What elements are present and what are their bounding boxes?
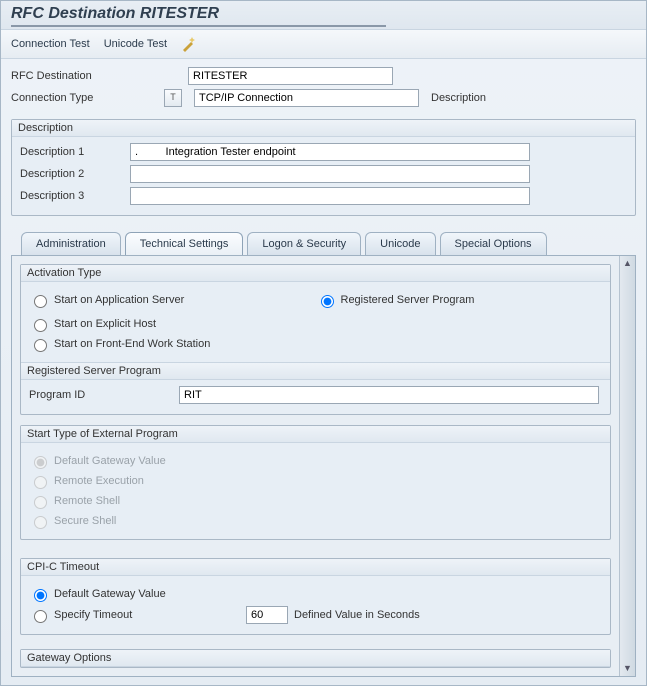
radio-start-explicit-host-label: Start on Explicit Host	[54, 318, 156, 330]
defined-value-label: Defined Value in Seconds	[294, 609, 420, 621]
start-type-group: Start Type of External Program Default G…	[20, 425, 611, 540]
description-side-label: Description	[431, 92, 486, 104]
radio-st-default-gateway	[34, 456, 47, 469]
radio-registered-server-label: Registered Server Program	[341, 294, 475, 306]
description1-field[interactable]	[130, 143, 530, 161]
radio-start-app-server-label: Start on Application Server	[54, 294, 184, 306]
page-title: RFC Destination RITESTER	[11, 5, 636, 23]
description-legend: Description	[12, 120, 635, 137]
wizard-icon[interactable]	[181, 36, 197, 52]
scroll-up-icon[interactable]: ▲	[622, 258, 633, 269]
radio-st-remote-exec-label: Remote Execution	[54, 475, 144, 487]
tab-administration[interactable]: Administration	[21, 232, 121, 255]
radio-ct-default-gateway[interactable]	[34, 589, 47, 602]
radio-st-remote-exec	[34, 476, 47, 489]
radio-start-app-server[interactable]	[34, 295, 47, 308]
connection-type-f4-button[interactable]: T	[164, 89, 182, 107]
title-block: RFC Destination RITESTER	[1, 1, 646, 30]
timeout-value-field[interactable]	[246, 606, 288, 624]
radio-start-frontend-label: Start on Front-End Work Station	[54, 338, 210, 350]
title-underline	[11, 25, 386, 27]
activation-type-group: Activation Type Start on Application Ser…	[20, 264, 611, 415]
toolbar: Connection Test Unicode Test	[1, 30, 646, 59]
scroll-down-icon[interactable]: ▼	[622, 663, 633, 674]
program-id-field[interactable]	[179, 386, 599, 404]
description1-label: Description 1	[20, 146, 130, 158]
cpic-timeout-legend: CPI-C Timeout	[21, 559, 610, 576]
gateway-options-group: Gateway Options	[20, 649, 611, 668]
radio-st-default-gateway-label: Default Gateway Value	[54, 455, 166, 467]
header-fields: RFC Destination Connection Type T Descri…	[1, 59, 646, 115]
technical-settings-panel: Activation Type Start on Application Ser…	[12, 256, 619, 676]
cpic-timeout-group: CPI-C Timeout Default Gateway Value Spec…	[20, 558, 611, 635]
connection-type-label: Connection Type	[11, 92, 146, 104]
rfc-destination-window: RFC Destination RITESTER Connection Test…	[0, 0, 647, 686]
start-type-legend: Start Type of External Program	[21, 426, 610, 443]
description2-field[interactable]	[130, 165, 530, 183]
radio-st-remote-shell-label: Remote Shell	[54, 495, 120, 507]
radio-registered-server[interactable]	[321, 295, 334, 308]
connection-type-field[interactable]	[194, 89, 419, 107]
program-id-label: Program ID	[29, 389, 179, 401]
radio-st-secure-shell-label: Secure Shell	[54, 515, 116, 527]
tab-special-options[interactable]: Special Options	[440, 232, 547, 255]
description3-label: Description 3	[20, 190, 130, 202]
description-group: Description Description 1 Description 2 …	[11, 119, 636, 216]
radio-ct-specify-label: Specify Timeout	[54, 609, 244, 621]
radio-start-frontend[interactable]	[34, 339, 47, 352]
unicode-test-button[interactable]: Unicode Test	[104, 38, 167, 50]
description2-label: Description 2	[20, 168, 130, 180]
tab-logon-security[interactable]: Logon & Security	[247, 232, 361, 255]
radio-ct-specify[interactable]	[34, 610, 47, 623]
connection-test-button[interactable]: Connection Test	[11, 38, 90, 50]
rfc-destination-label: RFC Destination	[11, 70, 146, 82]
radio-ct-default-gateway-label: Default Gateway Value	[54, 588, 166, 600]
radio-start-explicit-host[interactable]	[34, 319, 47, 332]
registered-server-legend: Registered Server Program	[21, 362, 610, 380]
gateway-options-legend: Gateway Options	[21, 650, 610, 667]
vertical-scrollbar[interactable]: ▲ ▼	[619, 256, 635, 676]
radio-st-secure-shell	[34, 516, 47, 529]
radio-st-remote-shell	[34, 496, 47, 509]
activation-type-legend: Activation Type	[21, 265, 610, 282]
description3-field[interactable]	[130, 187, 530, 205]
tab-unicode[interactable]: Unicode	[365, 232, 435, 255]
tab-technical-settings[interactable]: Technical Settings	[125, 232, 244, 255]
rfc-destination-field[interactable]	[188, 67, 393, 85]
tabstrip: Administration Technical Settings Logon …	[1, 224, 646, 255]
tab-content-wrap: Activation Type Start on Application Ser…	[11, 255, 636, 677]
